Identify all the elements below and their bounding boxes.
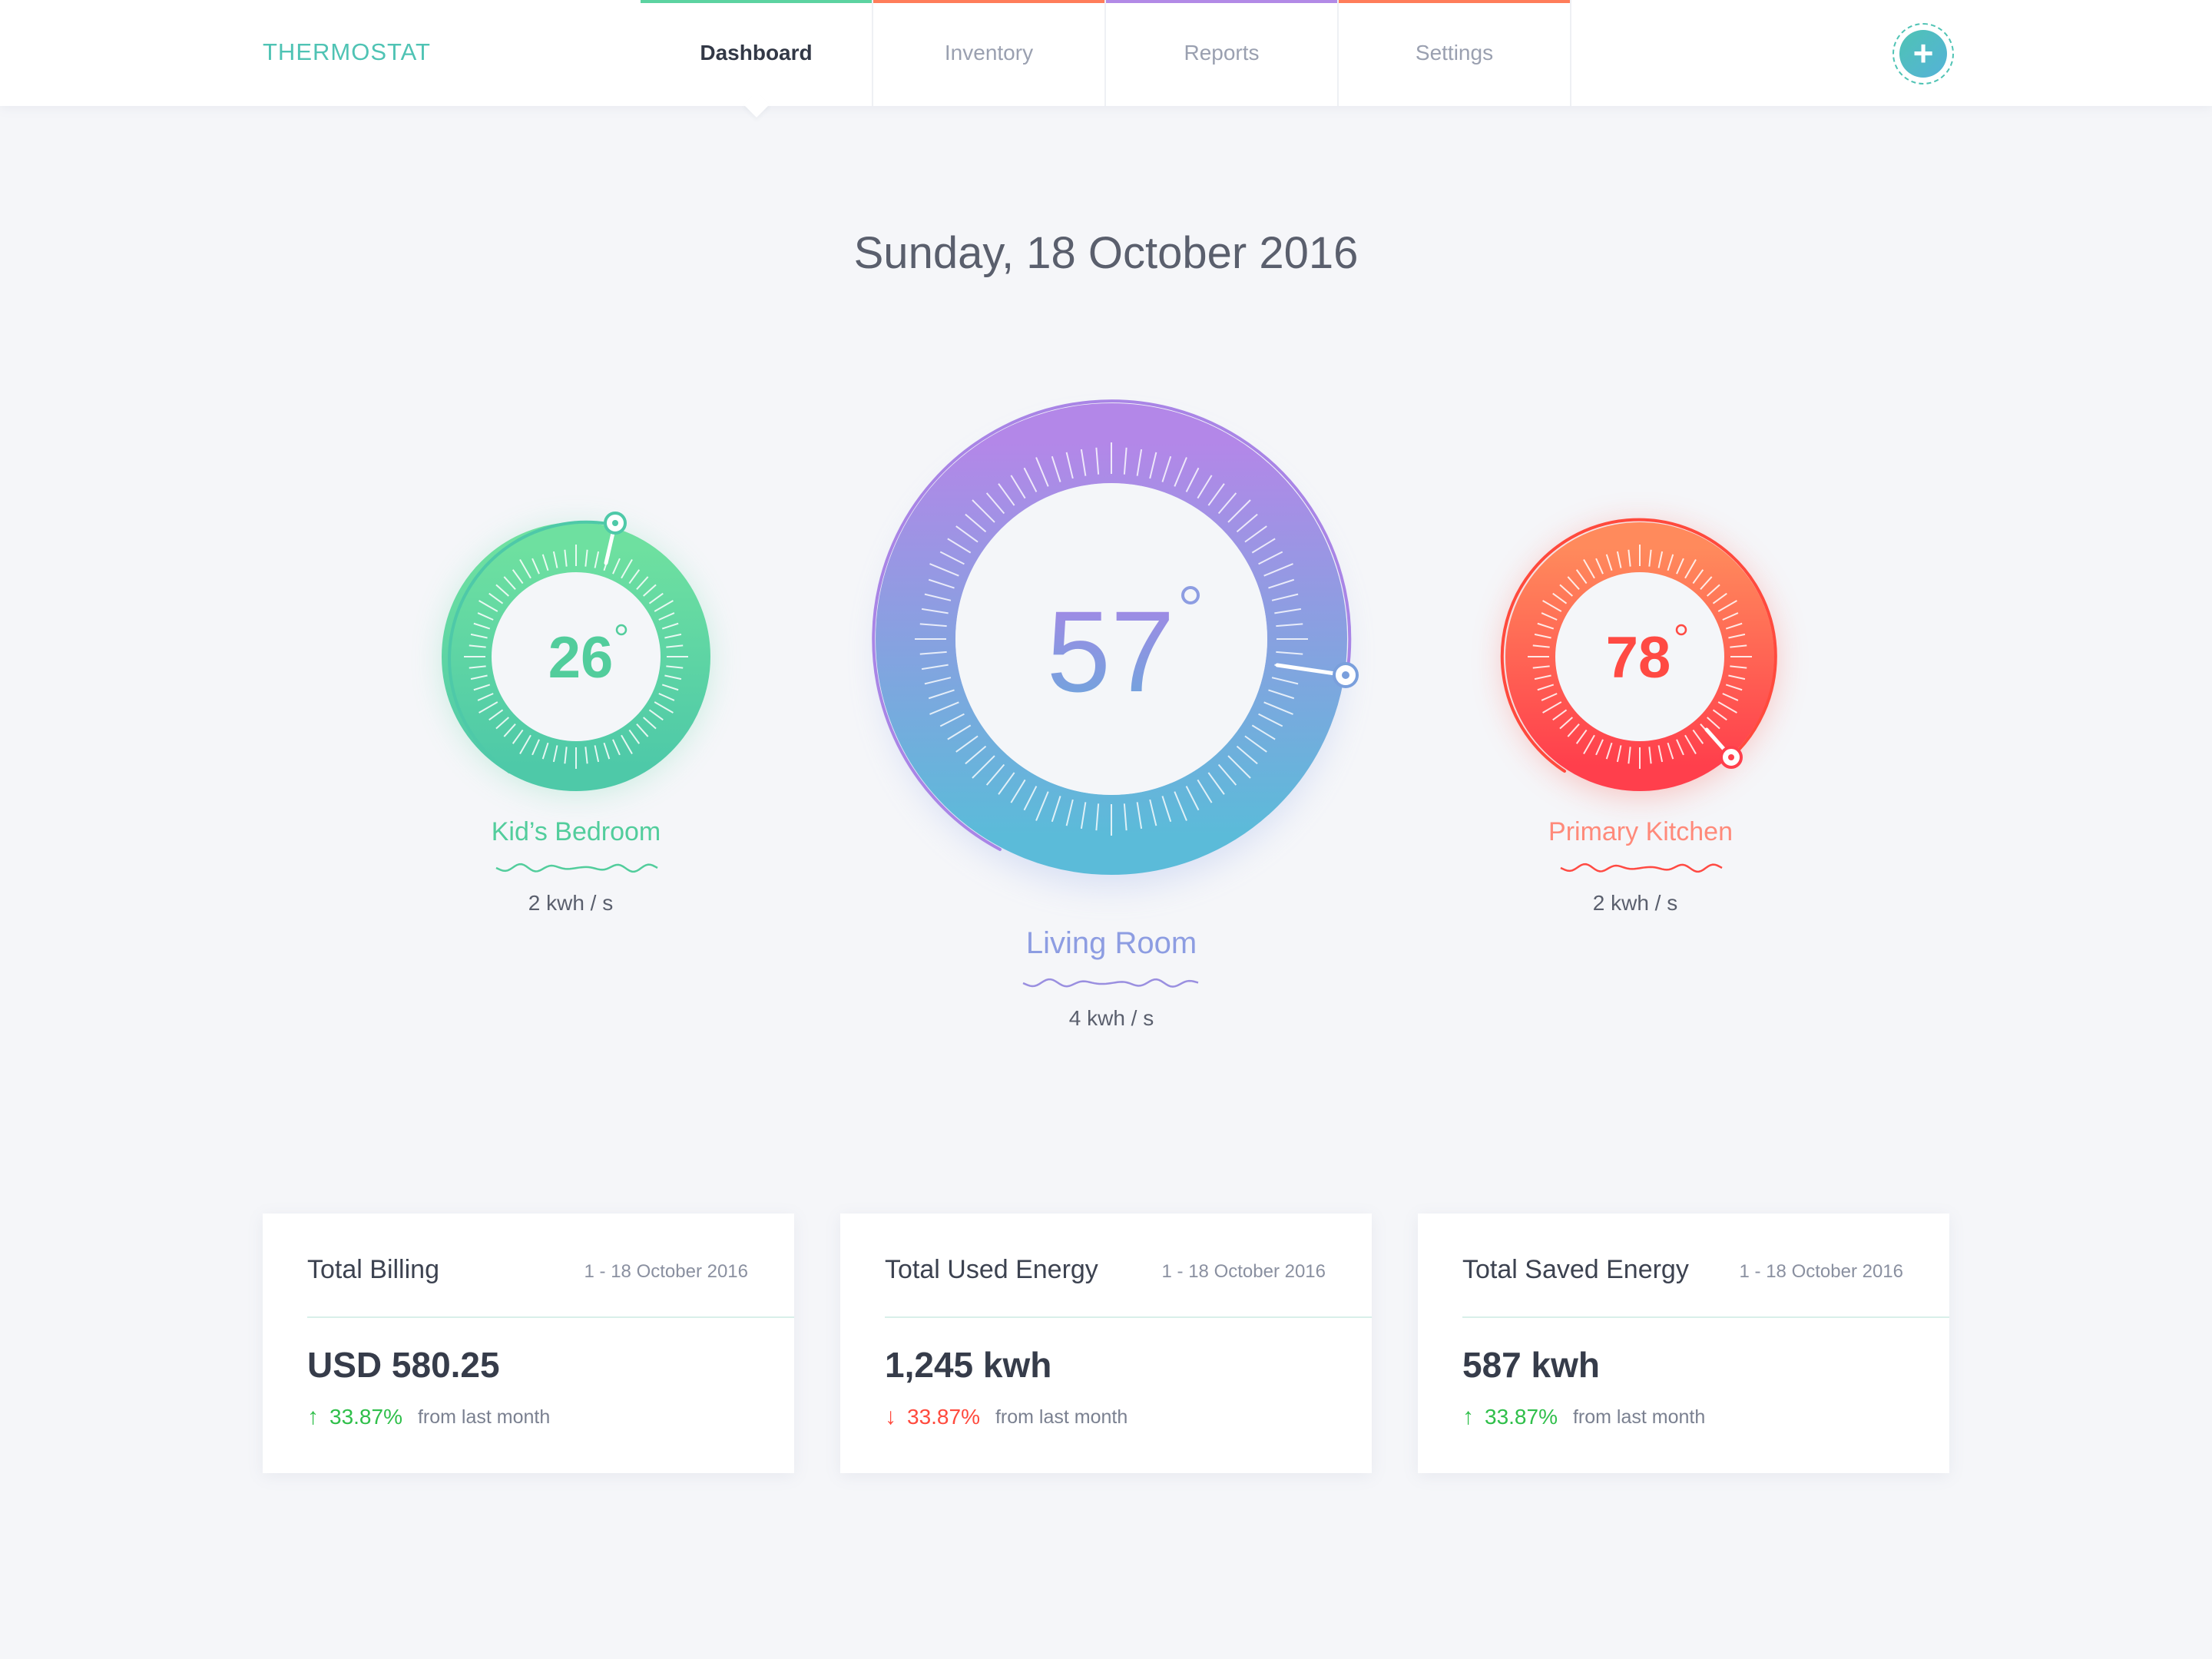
arrow-down-icon: ↓: [885, 1404, 896, 1429]
change-caption: from last month: [417, 1406, 551, 1428]
wave-underline: [1560, 863, 1723, 873]
card-title: Total Billing: [307, 1255, 439, 1284]
usage-kids-bedroom: 2 kwh / s: [528, 891, 614, 915]
temp-value-kids-bedroom: 26: [548, 625, 614, 690]
card-total-billing: Total Billing 1 - 18 October 2016 USD 58…: [263, 1214, 794, 1473]
room-label-kids-bedroom: Kid’s Bedroom: [491, 817, 661, 846]
card-value: 1,245 kwh: [885, 1345, 1052, 1385]
arrow-up-icon: ↑: [1462, 1404, 1474, 1429]
card-title: Total Saved Energy: [1462, 1255, 1689, 1284]
card-divider: [307, 1316, 794, 1318]
usage-primary-kitchen: 2 kwh / s: [1592, 891, 1678, 915]
arrow-up-icon: ↑: [307, 1404, 319, 1429]
card-date-range: 1 - 18 October 2016: [584, 1261, 748, 1282]
wave-underline: [1022, 978, 1199, 988]
card-title: Total Used Energy: [885, 1255, 1098, 1284]
dial-handle-dot: [1342, 671, 1349, 679]
card-value: USD 580.25: [307, 1345, 500, 1385]
dial-handle-dot: [1728, 754, 1734, 760]
card-change: ↓ 33.87% from last month: [885, 1404, 1128, 1430]
card-total-used-energy: Total Used Energy 1 - 18 October 2016 1,…: [840, 1214, 1372, 1473]
change-percent: 33.87%: [907, 1405, 980, 1429]
wave-underline: [495, 863, 658, 873]
temp-value-primary-kitchen: 78: [1606, 625, 1671, 690]
card-change: ↑ 33.87% from last month: [307, 1404, 550, 1430]
card-value: 587 kwh: [1462, 1345, 1600, 1385]
room-label-primary-kitchen: Primary Kitchen: [1548, 817, 1733, 846]
card-divider: [1462, 1316, 1949, 1318]
usage-living-room: 4 kwh / s: [1068, 1006, 1154, 1030]
temp-value-living-room: 57: [1047, 587, 1175, 716]
change-caption: from last month: [1572, 1406, 1706, 1428]
change-percent: 33.87%: [1485, 1405, 1558, 1429]
dial-handle-dot: [612, 520, 618, 526]
change-caption: from last month: [995, 1406, 1128, 1428]
card-total-saved-energy: Total Saved Energy 1 - 18 October 2016 5…: [1418, 1214, 1949, 1473]
card-date-range: 1 - 18 October 2016: [1161, 1261, 1326, 1282]
card-change: ↑ 33.87% from last month: [1462, 1404, 1705, 1430]
card-date-range: 1 - 18 October 2016: [1739, 1261, 1903, 1282]
room-label-living-room: Living Room: [1025, 926, 1197, 960]
change-percent: 33.87%: [329, 1405, 402, 1429]
card-divider: [885, 1316, 1372, 1318]
